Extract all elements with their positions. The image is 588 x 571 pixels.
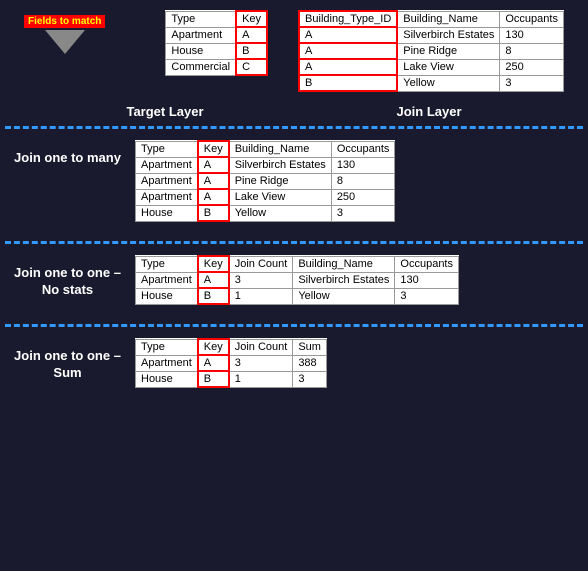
target-row-3-type: Commercial [166, 59, 236, 75]
r2-col-key: Key [198, 256, 229, 272]
join-one-one-no-stats-table-area: Type Key Join Count Building_Name Occupa… [135, 255, 578, 305]
r2-col-joincount: Join Count [229, 256, 293, 272]
join-row-2-name: Pine Ridge [397, 43, 500, 59]
r1-row3-occ: 250 [331, 189, 395, 205]
dashed-separator-3 [0, 321, 588, 330]
r2-row1-type: Apartment [136, 272, 198, 288]
r2-row1-jc: 3 [229, 272, 293, 288]
join-one-one-sum-table: Type Key Join Count Sum Apartment A 3 38… [135, 338, 327, 388]
r2-row1-occ: 130 [395, 272, 459, 288]
r1-row2-name: Pine Ridge [229, 173, 332, 189]
layer-labels: Target Layer Join Layer [0, 100, 588, 123]
r1-col-key: Key [198, 141, 229, 157]
r3-row1-type: Apartment [136, 355, 198, 371]
join-one-many-table-area: Type Key Building_Name Occupants Apartme… [135, 140, 578, 222]
r3-row1-key: A [198, 355, 229, 371]
r2-row1-name: Silverbirch Estates [293, 272, 395, 288]
dashed-separator-2 [0, 238, 588, 247]
join-layer-label: Join Layer [396, 104, 461, 119]
r1-row3-key: A [198, 189, 229, 205]
join-row-4-name: Yellow [397, 75, 500, 91]
target-layer-label: Target Layer [126, 104, 203, 119]
r2-col-name: Building_Name [293, 256, 395, 272]
r1-row3-type: Apartment [136, 189, 198, 205]
join-row-2-occ: 8 [500, 43, 564, 59]
target-row-3-key: C [236, 59, 267, 75]
r1-row1-type: Apartment [136, 157, 198, 173]
join-row-1-name: Silverbirch Estates [397, 27, 500, 43]
join-one-many-label: Join one to many [10, 150, 125, 167]
r3-row1-jc: 3 [229, 355, 293, 371]
join-one-one-no-stats-table: Type Key Join Count Building_Name Occupa… [135, 255, 459, 305]
r2-row2-occ: 3 [395, 288, 459, 304]
r3-col-key: Key [198, 339, 229, 355]
r2-col-occ: Occupants [395, 256, 459, 272]
r3-row2-sum: 3 [293, 371, 327, 387]
r3-row2-type: House [136, 371, 198, 387]
target-col-type: Type [166, 11, 236, 27]
r1-col-occ: Occupants [331, 141, 395, 157]
join-one-many-section: Join one to many Type Key Building_Name … [0, 132, 588, 230]
r3-row1-sum: 388 [293, 355, 327, 371]
arrow-label: Fields to match [24, 15, 105, 28]
join-col-occupants: Occupants [500, 11, 564, 27]
target-row-1-key: A [236, 27, 267, 43]
r1-row1-occ: 130 [331, 157, 395, 173]
r3-row2-jc: 1 [229, 371, 293, 387]
target-col-key: Key [236, 11, 267, 27]
r1-row3-name: Lake View [229, 189, 332, 205]
r1-col-type: Type [136, 141, 198, 157]
r2-row1-key: A [198, 272, 229, 288]
r1-row4-name: Yellow [229, 205, 332, 221]
top-section: Fields to match Type Key Apartment A Hou… [0, 0, 588, 100]
r3-row2-key: B [198, 371, 229, 387]
join-row-4-occ: 3 [500, 75, 564, 91]
r1-row2-type: Apartment [136, 173, 198, 189]
r3-col-type: Type [136, 339, 198, 355]
r1-row2-key: A [198, 173, 229, 189]
r1-row2-occ: 8 [331, 173, 395, 189]
target-row-1-type: Apartment [166, 27, 236, 43]
r1-row4-occ: 3 [331, 205, 395, 221]
join-one-one-sum-table-area: Type Key Join Count Sum Apartment A 3 38… [135, 338, 578, 388]
r1-row1-key: A [198, 157, 229, 173]
r2-row2-key: B [198, 288, 229, 304]
join-one-one-no-stats-label: Join one to one –No stats [10, 265, 125, 299]
r2-row2-name: Yellow [293, 288, 395, 304]
join-row-4-btid: B [299, 75, 397, 91]
r1-row4-key: B [198, 205, 229, 221]
r2-row2-jc: 1 [229, 288, 293, 304]
r2-col-type: Type [136, 256, 198, 272]
join-col-btid: Building_Type_ID [299, 11, 397, 27]
join-row-3-name: Lake View [397, 59, 500, 75]
r1-col-name: Building_Name [229, 141, 332, 157]
r3-col-joincount: Join Count [229, 339, 293, 355]
r1-row1-name: Silverbirch Estates [229, 157, 332, 173]
join-row-3-btid: A [299, 59, 397, 75]
join-table: Building_Type_ID Building_Name Occupants… [298, 10, 564, 92]
join-row-3-occ: 250 [500, 59, 564, 75]
join-one-one-sum-section: Join one to one –Sum Type Key Join Count… [0, 330, 588, 396]
join-col-name: Building_Name [397, 11, 500, 27]
join-row-1-occ: 130 [500, 27, 564, 43]
r1-row4-type: House [136, 205, 198, 221]
join-one-one-no-stats-section: Join one to one –No stats Type Key Join … [0, 247, 588, 313]
top-tables: Type Key Apartment A House B Commercial … [165, 10, 564, 92]
join-row-1-btid: A [299, 27, 397, 43]
dashed-separator-1 [0, 123, 588, 132]
r2-row2-type: House [136, 288, 198, 304]
join-one-many-table: Type Key Building_Name Occupants Apartme… [135, 140, 395, 222]
join-one-one-sum-label: Join one to one –Sum [10, 348, 125, 382]
target-table: Type Key Apartment A House B Commercial … [165, 10, 268, 76]
r3-col-sum: Sum [293, 339, 327, 355]
target-row-2-key: B [236, 43, 267, 59]
target-row-2-type: House [166, 43, 236, 59]
join-row-2-btid: A [299, 43, 397, 59]
